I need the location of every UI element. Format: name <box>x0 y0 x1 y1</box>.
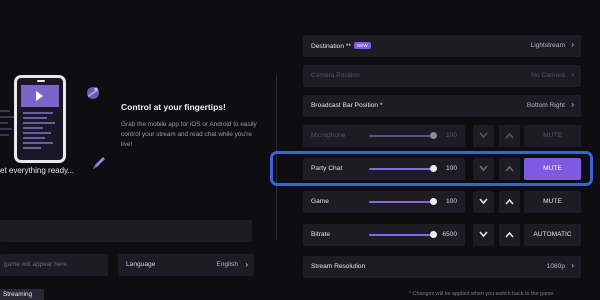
microphone-value: 100 <box>445 132 457 139</box>
microphone-slider-row: Microphone 100 <box>303 125 465 147</box>
slider-handle[interactable] <box>429 231 437 238</box>
game-increase-button[interactable] <box>499 191 520 213</box>
pen-icon <box>93 157 105 169</box>
chevron-down-icon <box>479 198 488 205</box>
game-title-field[interactable]: game will appear here <box>0 254 108 276</box>
left-heading: et everything ready... <box>0 166 75 175</box>
broadcast-bar-position-label: Broadcast Bar Position * <box>311 102 383 109</box>
promo-title: Control at your fingertips! <box>121 102 226 112</box>
bitrate-automatic-button[interactable]: AUTOMATIC <box>524 224 581 246</box>
chevron-right-icon: › <box>571 40 574 49</box>
camera-position-value: No Camera <box>531 72 565 79</box>
stream-resolution-value: 1080p <box>546 263 565 270</box>
game-slider-row: Game 100 <box>303 191 465 213</box>
broadcast-bar-position-select[interactable]: Broadcast Bar Position * Bottom Right › <box>303 95 581 117</box>
chevron-right-icon: › <box>571 100 574 109</box>
stream-resolution-label: Stream Resolution <box>311 263 366 270</box>
microphone-increase-button[interactable] <box>499 125 520 147</box>
microphone-slider[interactable] <box>369 132 437 139</box>
microphone-label: Microphone <box>311 132 346 139</box>
game-title-placeholder: game will appear here <box>4 261 67 268</box>
destination-select[interactable]: Destination ** NEW Lightstream › <box>303 35 581 57</box>
new-badge: NEW <box>353 42 371 49</box>
chevron-right-icon: › <box>571 261 574 270</box>
left-input-bar[interactable] <box>0 220 252 242</box>
game-slider[interactable] <box>369 198 437 205</box>
camera-position-label: Camera Position <box>311 72 360 79</box>
party-chat-highlight <box>270 151 593 186</box>
language-label: Language <box>126 261 156 268</box>
streaming-tab-label: Streaming <box>3 291 33 298</box>
chevron-up-icon <box>505 231 514 238</box>
chevron-down-icon <box>479 231 488 238</box>
bitrate-slider[interactable] <box>369 231 437 238</box>
phone-icon <box>14 75 66 163</box>
destination-label: Destination ** <box>311 43 351 50</box>
destination-value: Lightstream <box>530 42 565 49</box>
language-value: English <box>216 261 238 268</box>
microphone-mute-button[interactable]: MUTE <box>524 125 581 147</box>
chevron-right-icon: › <box>571 70 574 79</box>
chevron-right-icon: › <box>245 260 248 269</box>
bitrate-slider-row: Bitrate 6500 <box>303 224 465 246</box>
bitrate-label: Bitrate <box>311 231 331 238</box>
chevron-down-icon <box>479 132 488 139</box>
streaming-tab[interactable]: Streaming <box>0 289 44 300</box>
bitrate-decrease-button[interactable] <box>473 224 494 246</box>
broadcast-bar-position-value: Bottom Right <box>526 102 565 109</box>
game-label: Game <box>311 198 329 205</box>
promo-body: Grab the mobile app for iOS or Android t… <box>121 121 257 148</box>
stream-resolution-select[interactable]: Stream Resolution 1080p › <box>303 256 581 278</box>
chevron-up-icon <box>505 132 514 139</box>
footnote: * Changes will be applied when you switc… <box>409 291 555 297</box>
bitrate-increase-button[interactable] <box>499 224 520 246</box>
language-select[interactable]: Language English › <box>118 254 254 276</box>
bitrate-value: 6500 <box>442 231 457 238</box>
slider-handle[interactable] <box>429 198 437 205</box>
chevron-up-icon <box>505 198 514 205</box>
game-value: 100 <box>445 198 457 205</box>
game-decrease-button[interactable] <box>473 191 494 213</box>
slider-handle[interactable] <box>429 132 437 139</box>
microphone-decrease-button[interactable] <box>473 125 494 147</box>
camera-position-select[interactable]: Camera Position No Camera › <box>303 65 581 87</box>
satellite-icon <box>87 87 99 99</box>
game-mute-button[interactable]: MUTE <box>524 191 581 213</box>
